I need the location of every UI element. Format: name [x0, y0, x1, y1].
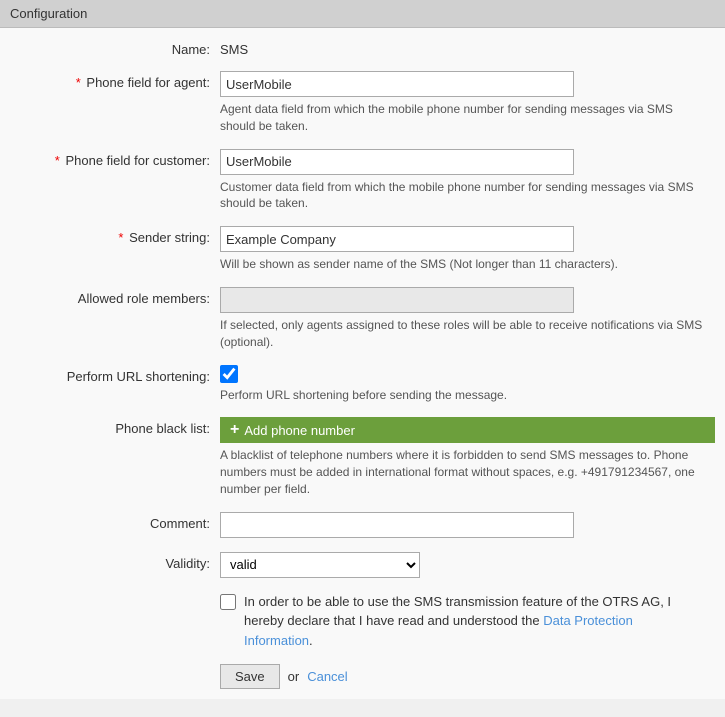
sender-label: * Sender string:: [10, 226, 220, 245]
save-button[interactable]: Save: [220, 664, 280, 689]
phone-agent-row: * Phone field for agent: Agent data fiel…: [0, 71, 725, 135]
allowed-roles-label: Allowed role members:: [10, 287, 220, 306]
phone-blacklist-label: Phone black list:: [10, 417, 220, 436]
phone-blacklist-row: Phone black list: + Add phone number A b…: [0, 417, 725, 497]
phone-agent-label: * Phone field for agent:: [10, 71, 220, 90]
allowed-roles-hint: If selected, only agents assigned to the…: [220, 317, 710, 351]
phone-agent-hint: Agent data field from which the mobile p…: [220, 101, 710, 135]
allowed-roles-content: If selected, only agents assigned to the…: [220, 287, 715, 351]
phone-blacklist-hint: A blacklist of telephone numbers where i…: [220, 447, 710, 497]
validity-label: Validity:: [10, 552, 220, 571]
comment-input[interactable]: [220, 512, 574, 538]
plus-icon: +: [230, 422, 239, 438]
name-value: SMS: [220, 38, 715, 57]
url-shortening-hint: Perform URL shortening before sending th…: [220, 387, 710, 404]
phone-customer-content: Customer data field from which the mobil…: [220, 149, 715, 213]
sender-hint: Will be shown as sender name of the SMS …: [220, 256, 710, 273]
phone-customer-required: *: [55, 153, 60, 168]
phone-agent-input[interactable]: [220, 71, 574, 97]
configuration-header: Configuration: [0, 0, 725, 28]
url-shortening-content: Perform URL shortening before sending th…: [220, 365, 715, 404]
add-phone-button[interactable]: + Add phone number: [220, 417, 715, 443]
validity-select[interactable]: valid invalid invalid-temporarily: [220, 552, 420, 578]
phone-agent-content: Agent data field from which the mobile p…: [220, 71, 715, 135]
cancel-link[interactable]: Cancel: [307, 669, 347, 684]
or-text: or: [288, 669, 300, 684]
phone-agent-required: *: [76, 75, 81, 90]
name-label: Name:: [10, 38, 220, 57]
url-shortening-label: Perform URL shortening:: [10, 365, 220, 384]
url-shortening-row: Perform URL shortening: Perform URL shor…: [0, 365, 725, 404]
sender-content: Will be shown as sender name of the SMS …: [220, 226, 715, 273]
validity-row: Validity: valid invalid invalid-temporar…: [0, 552, 725, 578]
configuration-form: Name: SMS * Phone field for agent: Agent…: [0, 28, 725, 699]
phone-customer-label: * Phone field for customer:: [10, 149, 220, 168]
name-row: Name: SMS: [0, 38, 725, 57]
phone-customer-hint: Customer data field from which the mobil…: [220, 179, 710, 213]
consent-text: In order to be able to use the SMS trans…: [244, 592, 704, 651]
validity-content: valid invalid invalid-temporarily: [220, 552, 715, 578]
name-content: SMS: [220, 38, 715, 57]
url-shortening-checkbox[interactable]: [220, 365, 238, 383]
sender-required: *: [118, 230, 123, 245]
consent-row: In order to be able to use the SMS trans…: [0, 592, 725, 651]
url-shortening-checkbox-wrapper: [220, 365, 715, 383]
consent-checkbox[interactable]: [220, 594, 236, 610]
save-row: Save or Cancel: [0, 664, 725, 689]
header-title: Configuration: [10, 6, 87, 21]
allowed-roles-input[interactable]: [220, 287, 574, 313]
phone-customer-row: * Phone field for customer: Customer dat…: [0, 149, 725, 213]
comment-label: Comment:: [10, 512, 220, 531]
phone-customer-input[interactable]: [220, 149, 574, 175]
sender-row: * Sender string: Will be shown as sender…: [0, 226, 725, 273]
sender-input[interactable]: [220, 226, 574, 252]
allowed-roles-row: Allowed role members: If selected, only …: [0, 287, 725, 351]
phone-blacklist-content: + Add phone number A blacklist of teleph…: [220, 417, 715, 497]
comment-content: [220, 512, 715, 538]
comment-row: Comment:: [0, 512, 725, 538]
